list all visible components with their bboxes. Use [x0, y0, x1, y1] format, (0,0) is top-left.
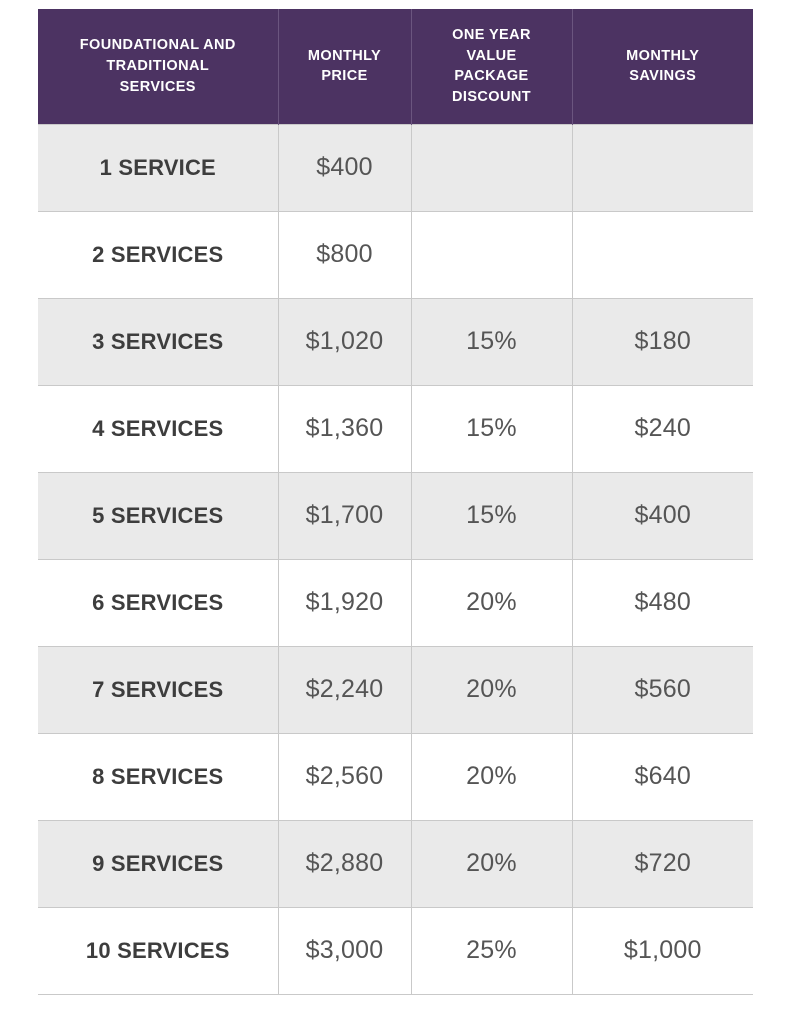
cell-monthly-savings: $240 [572, 385, 753, 473]
cell-monthly-price: $1,700 [278, 472, 412, 560]
table-body: 1 SERVICE $400 2 SERVICES $800 3 SERVICE… [38, 123, 753, 995]
header-line: PACKAGE [454, 68, 529, 85]
table-row: 9 SERVICES $2,880 20% $720 [38, 820, 753, 908]
cell-monthly-savings: $560 [572, 646, 753, 734]
cell-discount: 20% [411, 646, 573, 734]
column-header-monthly-savings: MONTHLY SAVINGS [572, 9, 753, 124]
table-row: 2 SERVICES $800 [38, 211, 753, 299]
cell-service: 8 SERVICES [38, 733, 279, 821]
cell-service: 2 SERVICES [38, 211, 279, 299]
cell-discount: 20% [411, 559, 573, 647]
column-header-services: FOUNDATIONAL AND TRADITIONAL SERVICES [38, 9, 279, 124]
cell-service: 5 SERVICES [38, 472, 279, 560]
header-line: TRADITIONAL [106, 57, 210, 74]
cell-monthly-savings [572, 211, 753, 299]
cell-monthly-price: $2,560 [278, 733, 412, 821]
cell-discount [411, 211, 573, 299]
cell-monthly-price: $800 [278, 211, 412, 299]
header-line: SAVINGS [629, 68, 697, 85]
header-line: DISCOUNT [452, 88, 531, 105]
cell-monthly-savings: $480 [572, 559, 753, 647]
table-row: 3 SERVICES $1,020 15% $180 [38, 298, 753, 386]
table-row: 4 SERVICES $1,360 15% $240 [38, 385, 753, 473]
header-line: PRICE [321, 68, 368, 85]
header-line: MONTHLY [626, 47, 700, 64]
table-row: 10 SERVICES $3,000 25% $1,000 [38, 907, 753, 995]
cell-monthly-savings: $720 [572, 820, 753, 908]
table-header: FOUNDATIONAL AND TRADITIONAL SERVICES MO… [38, 9, 753, 124]
pricing-table: FOUNDATIONAL AND TRADITIONAL SERVICES MO… [38, 9, 753, 995]
cell-monthly-price: $3,000 [278, 907, 412, 995]
header-line: SERVICES [119, 78, 196, 95]
cell-monthly-savings: $180 [572, 298, 753, 386]
table-row: 7 SERVICES $2,240 20% $560 [38, 646, 753, 734]
cell-monthly-price: $2,880 [278, 820, 412, 908]
cell-monthly-price: $1,020 [278, 298, 412, 386]
header-line: ONE YEAR [452, 27, 531, 44]
table-row: 8 SERVICES $2,560 20% $640 [38, 733, 753, 821]
cell-discount: 20% [411, 820, 573, 908]
column-header-one-year-discount: ONE YEAR VALUE PACKAGE DISCOUNT [411, 9, 573, 124]
cell-monthly-price: $2,240 [278, 646, 412, 734]
cell-monthly-savings [572, 123, 753, 212]
cell-monthly-savings: $400 [572, 472, 753, 560]
cell-monthly-price: $400 [278, 123, 412, 212]
cell-service: 4 SERVICES [38, 385, 279, 473]
cell-service: 1 SERVICE [38, 123, 279, 212]
cell-service: 10 SERVICES [38, 907, 279, 995]
cell-monthly-savings: $1,000 [572, 907, 753, 995]
table-row: 6 SERVICES $1,920 20% $480 [38, 559, 753, 647]
header-row: FOUNDATIONAL AND TRADITIONAL SERVICES MO… [38, 9, 753, 124]
cell-discount: 25% [411, 907, 573, 995]
cell-discount: 20% [411, 733, 573, 821]
cell-discount: 15% [411, 298, 573, 386]
cell-discount [411, 123, 573, 212]
header-line: FOUNDATIONAL AND [79, 37, 236, 54]
cell-monthly-price: $1,360 [278, 385, 412, 473]
table-row: 5 SERVICES $1,700 15% $400 [38, 472, 753, 560]
cell-service: 6 SERVICES [38, 559, 279, 647]
cell-monthly-savings: $640 [572, 733, 753, 821]
page-root: FOUNDATIONAL AND TRADITIONAL SERVICES MO… [0, 0, 791, 1024]
cell-service: 7 SERVICES [38, 646, 279, 734]
cell-service: 3 SERVICES [38, 298, 279, 386]
header-line: VALUE [466, 47, 517, 64]
header-line: MONTHLY [307, 47, 382, 64]
cell-service: 9 SERVICES [38, 820, 279, 908]
cell-monthly-price: $1,920 [278, 559, 412, 647]
table-row: 1 SERVICE $400 [38, 123, 753, 212]
column-header-monthly-price: MONTHLY PRICE [278, 9, 412, 124]
cell-discount: 15% [411, 385, 573, 473]
cell-discount: 15% [411, 472, 573, 560]
